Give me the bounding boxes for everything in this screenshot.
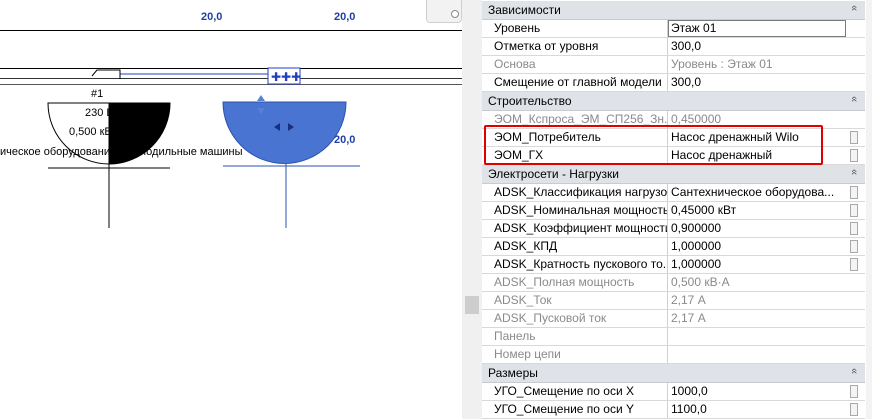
- property-name: ADSK_Кратность пускового то...: [482, 256, 668, 273]
- svg-text:✚✚✚: ✚✚✚: [271, 70, 301, 84]
- property-name: ADSK_Номинальная мощность: [482, 202, 668, 219]
- property-row[interactable]: ADSK_Полная мощность 0,500 кВ·А: [482, 274, 865, 292]
- drawing-canvas[interactable]: 20,0 20,0 ✚✚✚ #1 230 В 0,500 кВ·А ическо…: [0, 0, 462, 419]
- property-name: Панель: [482, 328, 668, 345]
- property-row[interactable]: Отметка от уровня 300,0: [482, 38, 865, 56]
- tag-voltage: 230 В: [85, 107, 114, 119]
- group-header[interactable]: Электросети - Нагрузки «: [482, 165, 865, 184]
- property-row[interactable]: ADSK_Коэффициент мощности 0,900000: [482, 220, 865, 238]
- property-row[interactable]: УГО_Смещение по оси X 1000,0: [482, 383, 865, 401]
- property-name: Отметка от уровня: [482, 38, 668, 55]
- property-value[interactable]: 0,900000: [668, 220, 846, 237]
- group-header[interactable]: Зависимости «: [482, 1, 865, 20]
- property-value[interactable]: 0,45000 кВт: [668, 202, 846, 219]
- property-name: ADSK_Ток: [482, 292, 668, 309]
- property-row[interactable]: ADSK_Пусковой ток 2,17 А: [482, 310, 865, 328]
- properties-scrollbar[interactable]: [866, 0, 872, 419]
- property-value[interactable]: 1100,0: [668, 401, 846, 418]
- property-name: ADSK_Полная мощность: [482, 274, 668, 291]
- property-row[interactable]: ADSK_Номинальная мощность 0,45000 кВт: [482, 202, 865, 220]
- property-row[interactable]: ADSK_Ток 2,17 А: [482, 292, 865, 310]
- connector-break: [91, 69, 121, 79]
- collapse-chevron-icon[interactable]: «: [848, 96, 860, 102]
- drawing-symbols: ✚✚✚: [47, 67, 360, 228]
- edit-button[interactable]: [850, 222, 858, 235]
- property-row[interactable]: Уровень Этаж 01: [482, 20, 865, 38]
- property-value[interactable]: 300,0: [668, 74, 846, 91]
- dimension-label-small[interactable]: 20,0: [334, 134, 355, 146]
- edit-button[interactable]: [850, 403, 858, 416]
- property-value[interactable]: Сантехническое оборудова...: [668, 184, 846, 201]
- property-name: ADSK_Пусковой ток: [482, 310, 668, 327]
- edit-button[interactable]: [850, 240, 858, 253]
- group-header[interactable]: Строительство «: [482, 92, 865, 111]
- property-name: Номер цепи: [482, 346, 668, 363]
- property-value: 2,17 А: [671, 311, 706, 325]
- property-value[interactable]: 1000,0: [668, 383, 846, 400]
- tag-number: #1: [91, 88, 104, 100]
- view-control-tab[interactable]: [426, 0, 462, 23]
- edit-button[interactable]: [850, 385, 858, 398]
- property-name: Смещение от главной модели: [482, 74, 668, 91]
- property-row[interactable]: ADSK_КПД 1,000000: [482, 238, 865, 256]
- property-value[interactable]: 1,000000: [668, 256, 846, 273]
- collapse-chevron-icon[interactable]: «: [848, 169, 860, 175]
- property-row[interactable]: Смещение от главной модели 300,0: [482, 74, 865, 92]
- edit-button[interactable]: [850, 186, 858, 199]
- canvas-scrollbar[interactable]: [462, 0, 482, 419]
- group-header[interactable]: Размеры «: [482, 364, 865, 383]
- highlight-box: [484, 125, 823, 165]
- property-name: УГО_Смещение по оси Y: [482, 401, 668, 418]
- property-value[interactable]: Этаж 01: [668, 20, 846, 37]
- property-row[interactable]: Основа Уровень : Этаж 01: [482, 56, 865, 74]
- property-row[interactable]: Панель: [482, 328, 865, 346]
- group-title: Строительство: [488, 94, 572, 108]
- property-value: [668, 346, 846, 363]
- group-title: Зависимости: [488, 3, 561, 17]
- collapse-chevron-icon[interactable]: «: [848, 5, 860, 11]
- edit-button[interactable]: [850, 204, 858, 217]
- property-name: УГО_Смещение по оси X: [482, 383, 668, 400]
- property-row[interactable]: Номер цепи: [482, 346, 865, 364]
- property-row[interactable]: УГО_Смещение по оси Y 1100,0: [482, 401, 865, 419]
- property-name: Основа: [482, 56, 668, 73]
- property-value[interactable]: 300,0: [668, 38, 846, 55]
- property-name: ADSK_Классификация нагрузок: [482, 184, 668, 201]
- property-name: ADSK_Коэффициент мощности: [482, 220, 668, 237]
- property-name: ADSK_КПД: [482, 238, 668, 255]
- properties-panel: Зависимости « Уровень Этаж 01 Отметка от уро…: [482, 0, 872, 419]
- flip-up-arrow: [257, 95, 265, 101]
- group-title: Электросети - Нагрузки: [488, 167, 619, 181]
- edit-button[interactable]: [850, 258, 858, 271]
- canvas-scrollbar-thumb[interactable]: [465, 296, 479, 314]
- property-value: 0,500 кВ·А: [671, 275, 730, 289]
- property-value: [668, 328, 846, 345]
- tag-power: 0,500 кВ·А: [69, 126, 123, 138]
- property-row[interactable]: ADSK_Кратность пускового то... 1,000000: [482, 256, 865, 274]
- tag-category: ическое оборудование и холодильные машин…: [0, 146, 243, 158]
- view-control-knob-icon: [451, 10, 459, 18]
- property-value: Уровень : Этаж 01: [671, 57, 773, 71]
- edit-button[interactable]: [850, 149, 858, 162]
- group-title: Размеры: [488, 366, 538, 380]
- collapse-chevron-icon[interactable]: «: [848, 368, 860, 374]
- property-value: 2,17 А: [671, 293, 706, 307]
- property-value[interactable]: 1,000000: [668, 238, 846, 255]
- property-name: Уровень: [482, 20, 668, 37]
- property-row[interactable]: ADSK_Классификация нагрузок Сантехническо…: [482, 184, 865, 202]
- edit-button[interactable]: [850, 131, 858, 144]
